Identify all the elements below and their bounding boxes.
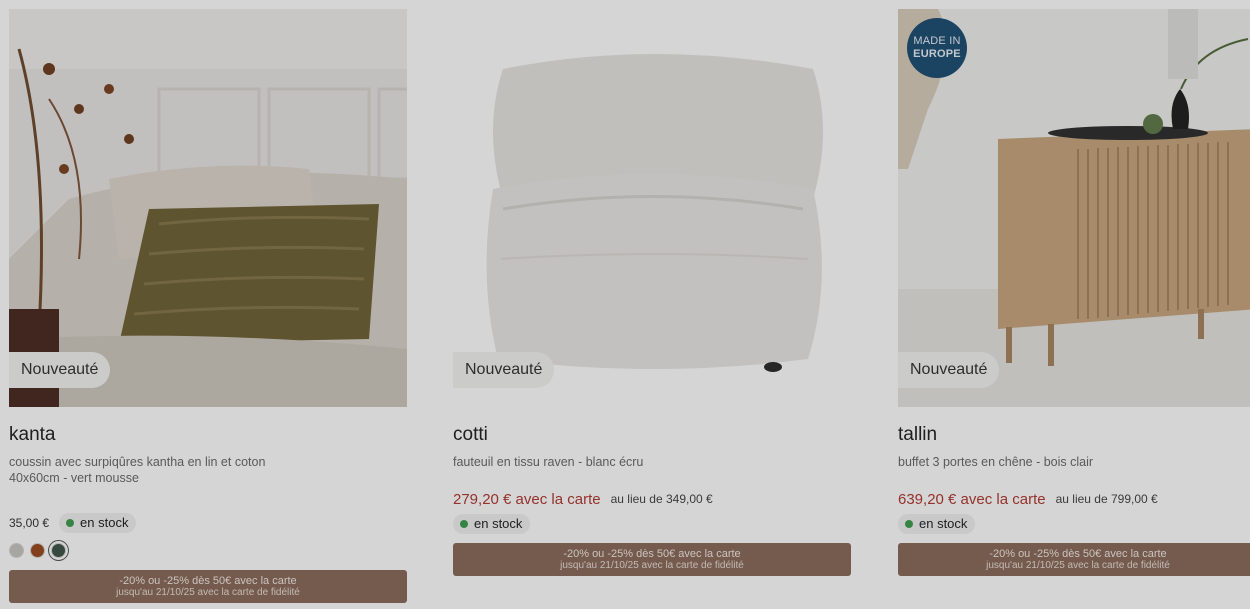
product-card-tallin[interactable]: MADE IN EUROPE Nouveauté tallin buffet 3… bbox=[898, 9, 1250, 576]
product-grid: Nouveauté kanta coussin avec surpiqûres … bbox=[0, 0, 1250, 609]
cushion-on-sofa-photo bbox=[9, 9, 407, 407]
description-line: coussin avec surpiqûres kantha en lin et… bbox=[9, 455, 266, 469]
price-row: 35,00 € en stock bbox=[9, 512, 407, 534]
product-title[interactable]: tallin bbox=[898, 424, 1250, 446]
made-in-label: MADE IN bbox=[913, 35, 961, 47]
product-card-cotti[interactable]: Nouveauté cotti fauteuil en tissu raven … bbox=[453, 9, 851, 576]
product-title[interactable]: kanta bbox=[9, 424, 407, 446]
promo-price: 279,20 € avec la carte bbox=[453, 490, 601, 508]
product-description: coussin avec surpiqûres kantha en lin et… bbox=[9, 454, 407, 486]
product-image[interactable]: Nouveauté bbox=[453, 9, 851, 407]
in-stock-dot-icon bbox=[905, 520, 913, 528]
new-badge: Nouveauté bbox=[453, 352, 555, 388]
loyalty-promo-banner[interactable]: -20% ou -25% dès 50€ avec la carte jusqu… bbox=[9, 570, 407, 603]
stock-badge: en stock bbox=[898, 514, 976, 534]
description-line: fauteuil en tissu raven - blanc écru bbox=[453, 455, 644, 469]
stock-badge: en stock bbox=[453, 514, 531, 534]
price-row: 279,20 € avec la carte au lieu de 349,00… bbox=[453, 488, 851, 510]
price: 35,00 € bbox=[9, 516, 50, 530]
color-swatch-beige[interactable] bbox=[9, 543, 24, 558]
product-image[interactable]: MADE IN EUROPE Nouveauté bbox=[898, 9, 1250, 407]
loyalty-promo-banner[interactable]: -20% ou -25% dès 50€ avec la carte jusqu… bbox=[453, 543, 851, 576]
loyalty-promo-banner[interactable]: -20% ou -25% dès 50€ avec la carte jusqu… bbox=[898, 543, 1250, 576]
promo-conditions: jusqu'au 21/10/25 avec la carte de fidél… bbox=[116, 587, 300, 598]
stock-row: en stock bbox=[453, 514, 851, 534]
new-badge: Nouveauté bbox=[9, 352, 111, 388]
promo-price: 639,20 € avec la carte bbox=[898, 490, 1046, 508]
stock-label: en stock bbox=[80, 515, 129, 530]
original-price: au lieu de 349,00 € bbox=[610, 492, 713, 506]
product-title[interactable]: cotti bbox=[453, 424, 851, 446]
in-stock-dot-icon bbox=[460, 520, 468, 528]
europe-label: EUROPE bbox=[913, 48, 961, 60]
stock-badge: en stock bbox=[59, 513, 137, 533]
original-price: au lieu de 799,00 € bbox=[1055, 492, 1158, 506]
promo-line: -20% ou -25% dès 50€ avec la carte bbox=[989, 548, 1167, 560]
color-swatches bbox=[9, 543, 407, 558]
promo-conditions: jusqu'au 21/10/25 avec la carte de fidél… bbox=[560, 560, 744, 571]
product-card-kanta[interactable]: Nouveauté kanta coussin avec surpiqûres … bbox=[9, 9, 407, 603]
product-description: fauteuil en tissu raven - blanc écru bbox=[453, 454, 851, 470]
product-description: buffet 3 portes en chêne - bois clair bbox=[898, 454, 1250, 470]
stock-row: en stock bbox=[898, 514, 1250, 534]
stock-label: en stock bbox=[919, 516, 968, 531]
promo-line: -20% ou -25% dès 50€ avec la carte bbox=[119, 575, 297, 587]
color-swatch-rust[interactable] bbox=[30, 543, 45, 558]
color-swatch-moss-selected[interactable] bbox=[51, 543, 66, 558]
price-row: 639,20 € avec la carte au lieu de 799,00… bbox=[898, 488, 1250, 510]
stock-label: en stock bbox=[474, 516, 523, 531]
in-stock-dot-icon bbox=[66, 519, 75, 527]
promo-line: -20% ou -25% dès 50€ avec la carte bbox=[563, 548, 741, 560]
new-badge: Nouveauté bbox=[898, 352, 1000, 388]
description-line: buffet 3 portes en chêne - bois clair bbox=[898, 455, 1094, 469]
made-in-europe-badge: MADE IN EUROPE bbox=[907, 18, 967, 78]
armchair-photo bbox=[453, 9, 851, 407]
description-line: 40x60cm - vert mousse bbox=[9, 471, 139, 485]
product-image[interactable]: Nouveauté bbox=[9, 9, 407, 407]
promo-conditions: jusqu'au 21/10/25 avec la carte de fidél… bbox=[986, 560, 1170, 571]
